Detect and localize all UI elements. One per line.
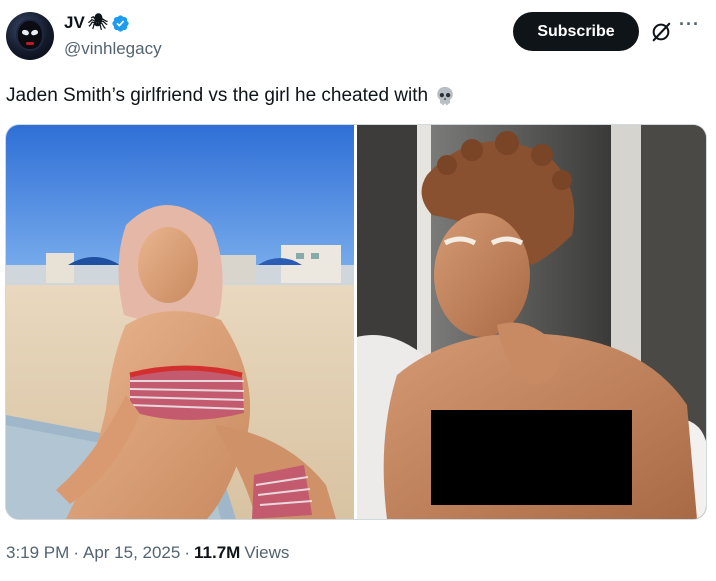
skull-emoji-icon <box>437 86 453 106</box>
tweet-media[interactable] <box>5 124 707 520</box>
verified-badge-icon <box>112 14 129 32</box>
beach-bikini-photo[interactable] <box>6 125 354 519</box>
tweet-date[interactable]: Apr 15, 2025 <box>83 543 180 563</box>
tweet-body: Jaden Smith’s girlfriend vs the girl he … <box>6 85 429 106</box>
subscribe-button[interactable]: Subscribe <box>513 12 639 51</box>
author-name-row[interactable]: JV 🕷 <box>64 13 130 33</box>
tweet-meta: 3:19 PM · Apr 15, 2025 · 11.7M Views <box>6 543 289 563</box>
meta-separator-2: · <box>184 543 191 562</box>
tweet-time[interactable]: 3:19 PM <box>6 543 69 563</box>
more-options-icon[interactable]: ··· <box>679 14 700 35</box>
views-label: Views <box>244 543 290 562</box>
avatar[interactable] <box>6 12 54 60</box>
grok-icon[interactable] <box>650 21 672 43</box>
censor-bar <box>431 410 632 505</box>
views-count[interactable]: 11.7M <box>194 543 240 563</box>
display-name[interactable]: JV <box>64 13 85 33</box>
author-handle[interactable]: @vinhlegacy <box>64 39 162 59</box>
beach-photo-image <box>6 125 354 519</box>
window-selfie-photo[interactable] <box>357 125 706 519</box>
meta-separator: · <box>73 543 79 562</box>
spider-emoji: 🕷 <box>87 14 109 31</box>
tweet-text: Jaden Smith’s girlfriend vs the girl he … <box>6 84 456 108</box>
